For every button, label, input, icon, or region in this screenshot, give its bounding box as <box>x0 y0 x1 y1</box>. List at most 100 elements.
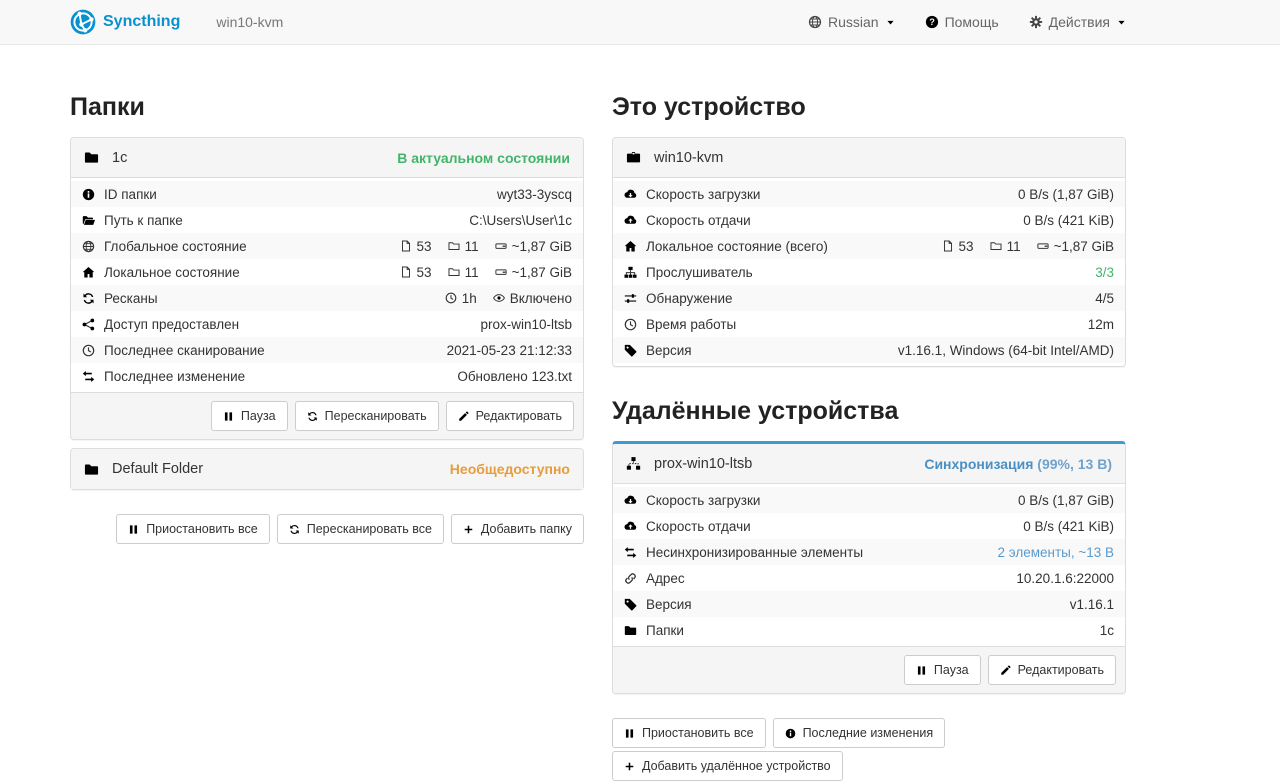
pencil-icon <box>458 411 469 422</box>
sliders-icon <box>624 292 637 305</box>
folder-row-last-scan: Последнее сканирование 2021-05-23 21:12:… <box>71 337 583 363</box>
remote-row-version: Версия v1.16.1 <box>613 591 1125 617</box>
remote-device-footer: Пауза Редактировать <box>613 646 1125 693</box>
row-label: Версия <box>646 597 692 612</box>
row-label: Последнее сканирование <box>104 343 265 358</box>
info-circle-icon <box>82 188 95 201</box>
rescan-folder-button[interactable]: Пересканировать <box>295 401 439 431</box>
row-label: Скорость отдачи <box>646 519 751 534</box>
sitemap-icon <box>624 266 637 279</box>
refresh-icon <box>82 292 95 305</box>
remote-device-status-badge: Синхронизация (99%, 13 B) <box>924 456 1112 472</box>
globe-icon <box>808 15 822 29</box>
pause-icon <box>624 728 635 739</box>
remote-device-header[interactable]: prox-win10-ltsb Синхронизация (99%, 13 B… <box>613 444 1125 484</box>
network-icon <box>626 456 641 471</box>
out-of-sync-items-link[interactable]: 2 элементы, ~13 B <box>997 545 1114 560</box>
pause-device-button[interactable]: Пауза <box>904 655 981 685</box>
actions-menu[interactable]: Действия <box>1029 14 1126 30</box>
pause-icon <box>128 524 139 535</box>
share-icon <box>82 318 95 331</box>
home-icon <box>624 240 637 253</box>
file-icon <box>942 240 954 252</box>
language-label: Russian <box>828 14 879 30</box>
hdd-icon <box>1037 240 1049 252</box>
device-row-listeners: Прослушиватель 3/3 <box>613 259 1125 285</box>
hdd-icon <box>495 266 507 278</box>
folder-panel-footer: Пауза Пересканировать Редактировать <box>71 392 583 439</box>
language-menu[interactable]: Russian <box>808 14 895 30</box>
row-label: Скорость отдачи <box>646 213 751 228</box>
refresh-icon <box>289 524 300 535</box>
row-value: 12m <box>1088 317 1114 332</box>
clock-icon <box>445 292 457 304</box>
row-value: v1.16.1 <box>1070 597 1114 612</box>
remote-row-address: Адрес 10.20.1.6:22000 <box>613 565 1125 591</box>
help-menu[interactable]: Помощь <box>925 14 999 30</box>
remote-devices-section-title: Удалённые устройства <box>612 397 1126 426</box>
folder-panel-header[interactable]: 1c В актуальном состоянии <box>71 138 583 178</box>
row-label: Локальное состояние (всего) <box>646 239 828 254</box>
device-row-upload-rate: Скорость отдачи 0 B/s (421 KiB) <box>613 207 1125 233</box>
device-row-uptime: Время работы 12m <box>613 311 1125 337</box>
remote-row-upload-rate: Скорость отдачи 0 B/s (421 KiB) <box>613 513 1125 539</box>
row-value: 53 11 ~1,87 GiB <box>400 239 572 254</box>
row-label: Адрес <box>646 571 685 586</box>
this-device-panel: win10-kvm Скорость загрузки 0 B/s (1,87 … <box>612 137 1126 367</box>
add-folder-button[interactable]: Добавить папку <box>451 514 584 544</box>
caret-down-icon <box>886 18 895 27</box>
row-label: Время работы <box>646 317 736 332</box>
folder-row-shared-with: Доступ предоставлен prox-win10-ltsb <box>71 311 583 337</box>
pause-all-devices-button[interactable]: Приостановить все <box>612 718 766 748</box>
pause-icon <box>916 665 927 676</box>
this-device-header[interactable]: win10-kvm <box>613 138 1125 178</box>
row-label: Папки <box>646 623 684 638</box>
row-value: 10.20.1.6:22000 <box>1016 571 1114 586</box>
default-folder-header[interactable]: Default Folder Необщедоступно <box>71 449 583 489</box>
folder-row-latest-change: Последнее изменение Обновлено 123.txt <box>71 363 583 389</box>
folder-icon <box>84 462 99 477</box>
device-row-local-state: Локальное состояние (всего) 53 11 ~1,87 … <box>613 233 1125 259</box>
this-device-name: win10-kvm <box>654 150 723 166</box>
row-label: Обнаружение <box>646 291 733 306</box>
device-row-discovery: Обнаружение 4/5 <box>613 285 1125 311</box>
recent-changes-button[interactable]: Последние изменения <box>773 718 946 748</box>
row-label: ID папки <box>104 187 157 202</box>
row-value: 0 B/s (421 KiB) <box>1023 519 1114 534</box>
folder-row-rescans: Ресканы 1h Включено <box>71 285 583 311</box>
home-icon <box>82 266 95 279</box>
device-icon <box>626 150 641 165</box>
tag-icon <box>624 344 637 357</box>
help-label: Помощь <box>945 14 999 30</box>
folders-footer-buttons: Приостановить все Пересканировать все До… <box>70 514 584 544</box>
pause-all-folders-button[interactable]: Приостановить все <box>116 514 270 544</box>
cloud-download-icon <box>624 494 637 507</box>
add-remote-device-button[interactable]: Добавить удалённое устройство <box>612 751 843 781</box>
row-value: 1h Включено <box>445 291 572 306</box>
row-value: prox-win10-ltsb <box>480 317 572 332</box>
row-label: Прослушиватель <box>646 265 753 280</box>
edit-device-button[interactable]: Редактировать <box>988 655 1116 685</box>
device-row-download-rate: Скорость загрузки 0 B/s (1,87 GiB) <box>613 181 1125 207</box>
edit-folder-button[interactable]: Редактировать <box>446 401 574 431</box>
syncthing-logo-icon <box>70 9 96 35</box>
devices-column: Это устройство win10-kvm Скорость загруз… <box>612 93 1126 781</box>
row-value: 3/3 <box>1095 265 1114 280</box>
folder-outline-icon <box>990 240 1002 252</box>
folder-row-global-state: Глобальное состояние 53 11 ~1,87 GiB <box>71 233 583 259</box>
folder-icon <box>84 150 99 165</box>
row-value: 0 B/s (421 KiB) <box>1023 213 1114 228</box>
row-value: C:\Users\User\1c <box>469 213 572 228</box>
clock-icon <box>624 318 637 331</box>
syncthing-brand[interactable]: Syncthing <box>70 9 180 35</box>
this-device-section-title: Это устройство <box>612 93 1126 122</box>
rescan-all-folders-button[interactable]: Пересканировать все <box>277 514 444 544</box>
folders-column: Папки 1c В актуальном состоянии ID папки… <box>70 93 584 781</box>
pause-folder-button[interactable]: Пауза <box>211 401 288 431</box>
row-label: Скорость загрузки <box>646 493 760 508</box>
info-circle-icon <box>785 728 796 739</box>
remote-devices-footer-buttons: Приостановить все Последние изменения До… <box>612 718 1126 781</box>
row-value: wyt33-3yscq <box>497 187 572 202</box>
globe-icon <box>82 240 95 253</box>
row-value: 0 B/s (1,87 GiB) <box>1018 493 1114 508</box>
